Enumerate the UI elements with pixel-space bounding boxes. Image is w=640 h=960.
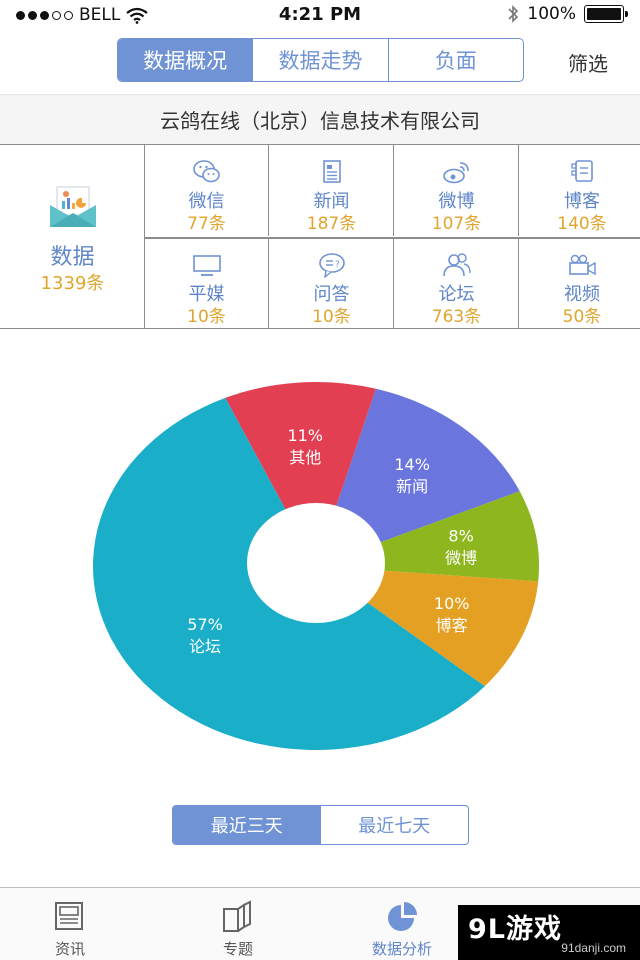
slice-name-label: 博客 <box>436 616 468 635</box>
source-count: 77条 <box>187 214 226 234</box>
range-toggle: 最近三天 最近七天 <box>172 805 469 845</box>
video-icon <box>569 254 596 276</box>
bottom-tab-analysis[interactable]: 数据分析 <box>332 888 472 960</box>
source-wechat[interactable]: 微信 77条 <box>145 145 269 236</box>
bottom-tab-label: 专题 <box>222 940 253 958</box>
source-forum[interactable]: 论坛 763条 <box>395 238 519 329</box>
donut-chart: 11% 其他 14% 新闻 8% 微博 10% 博客 57% 论坛 <box>93 382 539 750</box>
slice-name-label: 论坛 <box>189 637 221 656</box>
donut-hole <box>247 503 385 623</box>
watermark-logo: 9L游戏 91danji.com <box>458 905 640 960</box>
pie-tab-icon <box>388 902 417 931</box>
source-weibo[interactable]: 微博 107条 <box>395 145 519 236</box>
watermark-main: 9L游戏 <box>468 914 562 945</box>
slice-percent-label: 11% <box>287 426 323 445</box>
battery-icon <box>584 5 628 23</box>
source-video[interactable]: 视频 50条 <box>520 238 640 329</box>
range-3-days[interactable]: 最近三天 <box>173 806 321 844</box>
filter-button[interactable]: 筛选 <box>568 48 608 77</box>
source-grid: 数据 1339条 微信 77条 新闻 187条 微博 107条 博客 140条 … <box>0 144 640 329</box>
slice-percent-label: 10% <box>434 594 470 613</box>
bottom-tab-label: 资讯 <box>54 940 85 958</box>
status-bar: BELL 4:21 PM 100% <box>0 0 640 30</box>
range-7-days[interactable]: 最近七天 <box>321 806 469 844</box>
bottom-tab-label: 数据分析 <box>371 940 432 958</box>
source-count: 763条 <box>431 307 482 327</box>
slice-percent-label: 14% <box>394 455 430 474</box>
total-count: 1339条 <box>40 273 105 294</box>
watermark-sub: 91danji.com <box>561 941 626 955</box>
slice-percent-label: 8% <box>448 527 473 546</box>
slice-name-label: 微博 <box>445 549 477 568</box>
slice-name-label: 新闻 <box>396 477 428 496</box>
svg-text:?: ? <box>335 260 340 270</box>
forum-icon <box>443 253 471 277</box>
news-icon <box>323 160 341 183</box>
battery-percent: 100% <box>527 4 576 24</box>
bottom-tab-news[interactable]: 资讯 <box>0 888 140 960</box>
tab-trend[interactable]: 数据走势 <box>253 39 389 81</box>
bluetooth-icon <box>508 5 519 23</box>
slice-percent-label: 57% <box>187 615 223 634</box>
weibo-icon <box>443 162 469 184</box>
qa-icon: ? <box>319 253 345 278</box>
total-label: 数据 <box>50 245 95 270</box>
monitor-icon <box>193 255 221 276</box>
source-count: 10条 <box>312 307 351 327</box>
bottom-tab-topics[interactable]: 专题 <box>168 888 308 960</box>
total-summary[interactable]: 数据 1339条 <box>0 145 145 328</box>
company-name: 云鸽在线（北京）信息技术有限公司 <box>0 94 640 144</box>
source-count: 187条 <box>306 214 357 234</box>
slice-name-label: 其他 <box>289 448 321 467</box>
top-tab-bar: 数据概况 数据走势 负面 <box>117 38 524 82</box>
topics-tab-icon <box>223 900 251 932</box>
wechat-icon <box>193 160 220 183</box>
source-count: 10条 <box>187 307 226 327</box>
news-tab-icon <box>55 902 83 930</box>
source-print[interactable]: 平媒 10条 <box>145 238 269 329</box>
tab-overview[interactable]: 数据概况 <box>118 39 254 81</box>
source-count: 50条 <box>562 307 602 327</box>
source-count: 107条 <box>431 214 482 234</box>
source-qa[interactable]: ? 问答 10条 <box>270 238 394 329</box>
source-news[interactable]: 新闻 187条 <box>270 145 394 236</box>
source-blog[interactable]: 博客 140条 <box>520 145 640 236</box>
tab-negative[interactable]: 负面 <box>389 39 523 81</box>
mail-chart-icon <box>50 186 96 227</box>
blog-icon <box>571 160 593 182</box>
source-count: 140条 <box>557 214 607 234</box>
source-share-chart: 11% 其他 14% 新闻 8% 微博 10% 博客 57% 论坛 <box>0 330 640 800</box>
